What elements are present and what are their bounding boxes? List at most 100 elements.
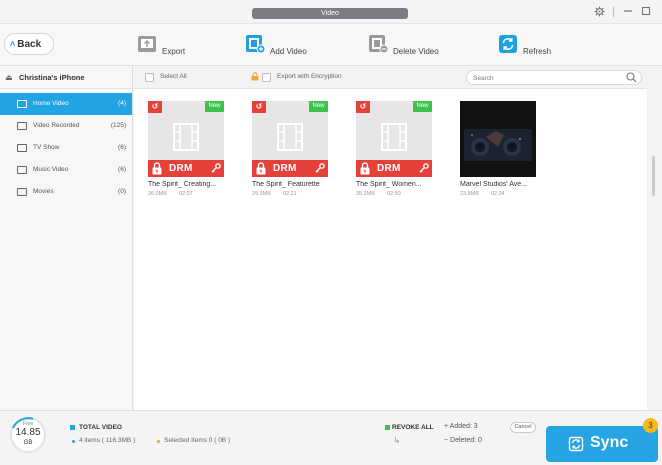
video-meta: 23.8MB 02:24 — [460, 191, 538, 197]
revoke-all-button[interactable]: REVOKE ALL — [392, 424, 434, 431]
storage-unit: GB — [23, 440, 33, 446]
title-separator — [613, 7, 614, 17]
sidebar-item-home-video[interactable]: Home Video (4) — [0, 93, 132, 115]
drm-band: DRM — [356, 160, 432, 177]
sidebar-item-count: (6) — [118, 144, 126, 151]
export-encryption-checkbox[interactable] — [262, 73, 271, 82]
video-frame-image — [460, 101, 536, 177]
drm-band: DRM — [148, 160, 224, 177]
refresh-button[interactable]: Refresh — [498, 34, 558, 56]
video-name: The Spirit_ Women... — [356, 181, 422, 188]
video-thumbnail[interactable]: ↺ New DRM — [252, 101, 328, 177]
delete-video-button[interactable]: Delete Video — [368, 34, 448, 56]
back-label: Back — [17, 39, 42, 50]
sidebar-item-video-recorded[interactable]: Video Recorded (125) — [0, 115, 132, 137]
lock-icon — [251, 72, 259, 81]
new-badge: New — [309, 101, 328, 112]
video-card[interactable]: ↺ New DRM The Spirit_ Creating... 26.0MB… — [148, 101, 226, 197]
total-video-title: TOTAL VIDEO — [79, 424, 122, 431]
minimize-icon[interactable] — [622, 6, 634, 18]
video-meta: 29.3MB 02:21 — [252, 191, 330, 197]
revoke-icon[interactable]: ↺ — [356, 101, 370, 113]
video-grid: ↺ New DRM The Spirit_ Creating... 26.0MB… — [134, 89, 647, 410]
sidebar-item-count: (125) — [110, 122, 126, 129]
sidebar-item-label: Video Recorded — [33, 122, 80, 129]
eject-icon: ⏏ — [5, 73, 13, 82]
video-duration: 02:21 — [282, 191, 297, 197]
home-video-icon — [17, 100, 27, 108]
cancel-button[interactable]: Cancel — [510, 422, 536, 433]
deleted-count: − Deleted: 0 — [444, 437, 482, 444]
select-all-checkbox[interactable] — [145, 73, 154, 82]
video-meta: 35.2MB 02:50 — [356, 191, 434, 197]
storage-value: 14.85 — [15, 427, 41, 438]
video-size: 26.0MB — [148, 191, 167, 197]
drm-band: DRM — [252, 160, 328, 177]
refresh-icon — [498, 34, 518, 54]
video-duration: 02:50 — [386, 191, 401, 197]
music-video-icon — [17, 166, 27, 174]
sidebar-item-music-video[interactable]: Music Video (6) — [0, 159, 132, 181]
search-input[interactable] — [473, 73, 613, 83]
revoke-arrow-icon: ↳ — [393, 435, 401, 445]
sync-label: Sync — [590, 434, 629, 451]
movies-icon — [17, 188, 27, 196]
video-card[interactable]: Marvel Studios' Ave... 23.8MB 02:24 — [460, 101, 538, 197]
delete-video-icon — [368, 34, 389, 54]
video-meta: 26.0MB 02:07 — [148, 191, 226, 197]
scrollbar[interactable] — [647, 66, 662, 410]
back-arrow-icon: ˄ — [10, 39, 16, 49]
sync-count-badge: 3 — [643, 418, 658, 433]
video-card[interactable]: ↺ New DRM The Spirit_ Women... 35.2MB 02:… — [356, 101, 434, 197]
storage-gauge: Free 14.85 GB — [9, 416, 47, 454]
refresh-label: Refresh — [523, 47, 552, 56]
revoke-all-marker — [385, 425, 390, 430]
sidebar-item-label: Home Video — [33, 100, 69, 107]
title-bar: Video — [0, 0, 662, 24]
sync-icon — [568, 436, 584, 452]
export-button[interactable]: Export — [137, 34, 197, 56]
added-count: + Added: 3 — [444, 423, 478, 430]
video-name: The Spirit_ Creating... — [148, 181, 217, 188]
revoke-icon[interactable]: ↺ — [252, 101, 266, 113]
sidebar-item-label: TV Show — [33, 144, 60, 151]
search-icon[interactable] — [626, 72, 637, 83]
drm-label: DRM — [377, 163, 401, 174]
new-badge: New — [205, 101, 224, 112]
film-placeholder-icon — [276, 123, 304, 151]
delete-video-label: Delete Video — [393, 47, 439, 56]
video-duration: 02:24 — [490, 191, 505, 197]
sidebar-item-count: (4) — [118, 100, 126, 107]
key-icon — [419, 163, 429, 173]
window-title: Video — [252, 8, 408, 19]
device-header[interactable]: ⏏ Christina's iPhone — [0, 66, 132, 89]
video-size: 35.2MB — [356, 191, 375, 197]
toolbar: ˄ Back Export Add Video Delete Video Refr… — [0, 24, 662, 66]
back-button[interactable]: ˄ Back — [4, 33, 54, 55]
drm-label: DRM — [273, 163, 297, 174]
key-icon — [211, 163, 221, 173]
items-summary: 4 items ( 116.3MB ) — [79, 437, 136, 444]
add-video-button[interactable]: Add Video — [245, 34, 315, 56]
items-dot — [72, 440, 75, 443]
export-encryption-label: Export with Encryption — [277, 73, 342, 80]
gear-icon[interactable] — [593, 6, 605, 18]
sidebar-item-movies[interactable]: Movies (0) — [0, 181, 132, 203]
selected-summary: Selected Items 0 ( 0B ) — [164, 437, 231, 444]
maximize-icon[interactable] — [640, 6, 652, 18]
scrollbar-thumb[interactable] — [652, 156, 655, 196]
device-name: Christina's iPhone — [19, 73, 85, 82]
export-label: Export — [162, 47, 186, 56]
search-box — [466, 70, 642, 85]
sidebar-item-tv-show[interactable]: TV Show (6) — [0, 137, 132, 159]
film-placeholder-icon — [380, 123, 408, 151]
padlock-icon — [152, 162, 162, 175]
video-thumbnail[interactable] — [460, 101, 536, 177]
video-thumbnail[interactable]: ↺ New DRM — [148, 101, 224, 177]
video-thumbnail[interactable]: ↺ New DRM — [356, 101, 432, 177]
sync-button[interactable]: Sync — [546, 426, 658, 462]
video-card[interactable]: ↺ New DRM The Spirit_ Featurette 29.3MB 0… — [252, 101, 330, 197]
video-recorded-icon — [17, 122, 27, 130]
revoke-icon[interactable]: ↺ — [148, 101, 162, 113]
sidebar-item-label: Music Video — [33, 166, 69, 173]
